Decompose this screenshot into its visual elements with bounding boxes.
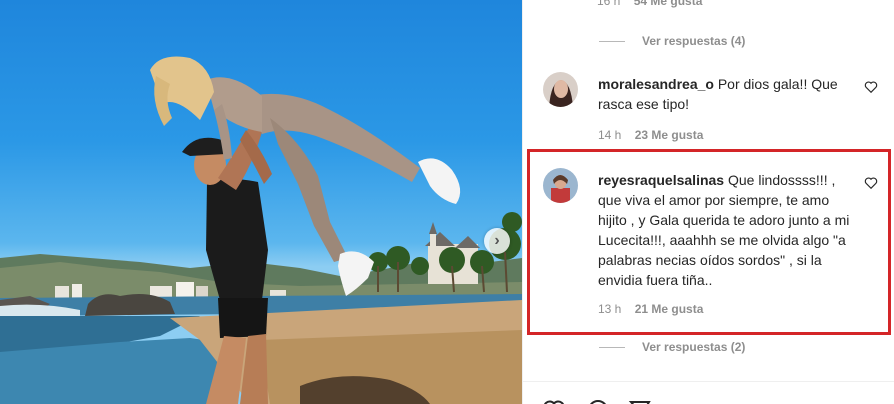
comment-time: 16 h xyxy=(597,0,621,8)
comment-username[interactable]: reyesraquelsalinas xyxy=(598,172,724,188)
comment-text: reyesraquelsalinas Que lindossss!!! , qu… xyxy=(598,170,853,290)
action-bar xyxy=(522,381,894,404)
divider-line xyxy=(599,346,625,348)
comment-meta: 14 h 23 Me gusta xyxy=(598,128,703,142)
comment-text: moralesandrea_o Por dios gala!! Que rasc… xyxy=(598,74,853,114)
avatar[interactable] xyxy=(543,168,578,203)
beach-scene xyxy=(0,56,522,404)
comment-time: 14 h xyxy=(598,128,622,142)
comments-panel: 16 h 54 Me gusta Ver respuestas (4) mora… xyxy=(522,0,894,404)
comment-likes[interactable]: 21 Me gusta xyxy=(635,302,704,316)
comment-time: 13 h xyxy=(598,302,622,316)
view-replies-button[interactable]: Ver respuestas (4) xyxy=(599,34,745,48)
heart-icon[interactable] xyxy=(542,398,566,404)
divider-line xyxy=(599,40,625,42)
view-replies-button[interactable]: Ver respuestas (2) xyxy=(599,340,745,354)
comment-meta: 13 h 21 Me gusta xyxy=(598,302,703,316)
comment-body: Que lindossss!!! , que viva el amor por … xyxy=(598,172,850,288)
view-replies-label: Ver respuestas (4) xyxy=(642,34,746,48)
chevron-right-icon: › xyxy=(494,232,500,249)
comment-icon[interactable] xyxy=(586,398,610,404)
like-heart-icon[interactable] xyxy=(864,176,878,190)
post-photo[interactable]: › xyxy=(0,0,522,404)
like-heart-icon[interactable] xyxy=(864,80,878,94)
comment-likes[interactable]: 23 Me gusta xyxy=(635,128,704,142)
view-replies-label: Ver respuestas (2) xyxy=(642,340,746,354)
next-photo-button[interactable]: › xyxy=(484,228,510,254)
comment-username[interactable]: moralesandrea_o xyxy=(598,76,714,92)
avatar[interactable] xyxy=(543,72,578,107)
comment-likes[interactable]: 54 Me gusta xyxy=(634,0,703,8)
share-icon[interactable] xyxy=(628,398,652,404)
previous-comment-meta: 16 h 54 Me gusta xyxy=(597,0,702,8)
